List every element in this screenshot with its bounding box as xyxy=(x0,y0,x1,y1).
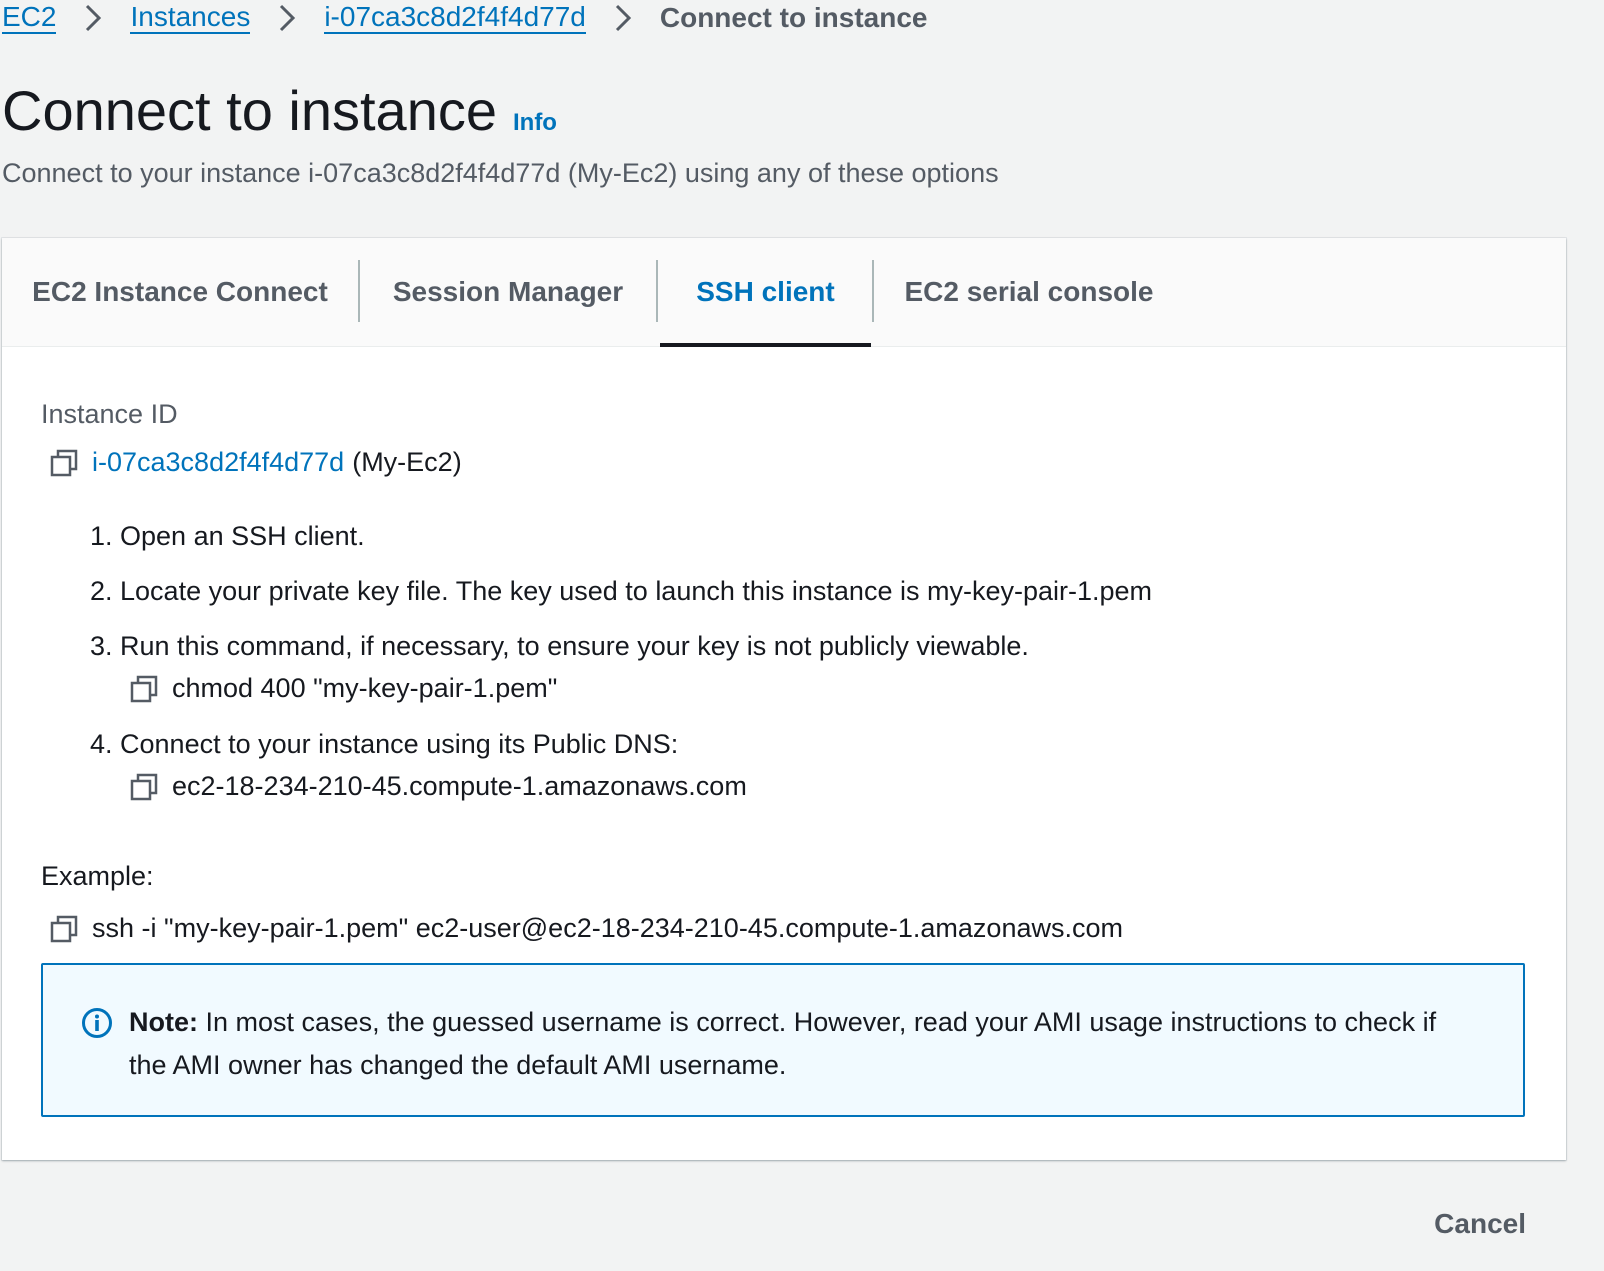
breadcrumb-current: Connect to instance xyxy=(659,2,928,33)
list-item: 1. Open an SSH client. xyxy=(90,521,365,551)
copy-icon[interactable] xyxy=(50,915,78,943)
tab-divider xyxy=(656,260,658,322)
example-command: ssh -i "my-key-pair-1.pem" ec2-user@ec2-… xyxy=(92,913,1123,943)
breadcrumb: EC2 Instances i-07ca3c8d2f4f4d77d Connec… xyxy=(2,0,927,36)
copy-icon[interactable] xyxy=(130,675,158,703)
tab-ec2-instance-connect[interactable]: EC2 Instance Connect xyxy=(2,238,358,346)
chevron-right-icon xyxy=(608,3,638,33)
instance-id-row: i-07ca3c8d2f4f4d77d (My-Ec2) xyxy=(50,447,462,478)
list-item: 2. Locate your private key file. The key… xyxy=(90,576,1153,606)
note-label: Note: xyxy=(129,1007,198,1037)
page-subtitle: Connect to your instance i-07ca3c8d2f4f4… xyxy=(2,158,999,188)
instance-id-label: Instance ID xyxy=(41,399,178,429)
instance-id-link[interactable]: i-07ca3c8d2f4f4d77d xyxy=(92,447,344,478)
connect-options-card: EC2 Instance Connect Session Manager SSH… xyxy=(2,238,1566,1160)
chmod-command-row: chmod 400 "my-key-pair-1.pem" xyxy=(130,673,557,704)
info-link[interactable]: Info xyxy=(513,109,557,137)
chevron-right-icon xyxy=(272,3,302,33)
page-title: Connect to instance xyxy=(2,79,497,142)
chmod-command: chmod 400 "my-key-pair-1.pem" xyxy=(172,673,558,703)
example-command-row: ssh -i "my-key-pair-1.pem" ec2-user@ec2-… xyxy=(50,913,1123,944)
chevron-right-icon xyxy=(78,3,108,33)
instance-name: (My-Ec2) xyxy=(352,447,462,477)
info-alert: Note: In most cases, the guessed usernam… xyxy=(41,963,1525,1117)
tab-ssh-client[interactable]: SSH client xyxy=(660,238,871,347)
copy-icon[interactable] xyxy=(50,449,78,477)
breadcrumb-instances-link[interactable]: Instances xyxy=(130,2,251,34)
list-item: 3. Run this command, if necessary, to en… xyxy=(90,631,1029,661)
note-text: In most cases, the guessed username is c… xyxy=(129,1007,1437,1080)
cancel-button[interactable]: Cancel xyxy=(1434,1208,1526,1240)
public-dns: ec2-18-234-210-45.compute-1.amazonaws.co… xyxy=(172,771,747,801)
breadcrumb-instance-id-link[interactable]: i-07ca3c8d2f4f4d77d xyxy=(324,2,586,34)
tab-list: EC2 Instance Connect Session Manager SSH… xyxy=(2,238,1566,347)
copy-icon[interactable] xyxy=(130,773,158,801)
info-circle-icon xyxy=(81,1007,113,1039)
tab-ec2-serial-console[interactable]: EC2 serial console xyxy=(874,238,1184,346)
alert-text: Note: In most cases, the guessed usernam… xyxy=(129,1001,1469,1087)
page-header: Connect to instance Info xyxy=(2,78,557,143)
public-dns-row: ec2-18-234-210-45.compute-1.amazonaws.co… xyxy=(130,771,747,802)
list-item: 4. Connect to your instance using its Pu… xyxy=(90,729,679,759)
breadcrumb-ec2-link[interactable]: EC2 xyxy=(2,2,57,34)
tab-session-manager[interactable]: Session Manager xyxy=(360,238,656,346)
example-label: Example: xyxy=(41,861,154,891)
